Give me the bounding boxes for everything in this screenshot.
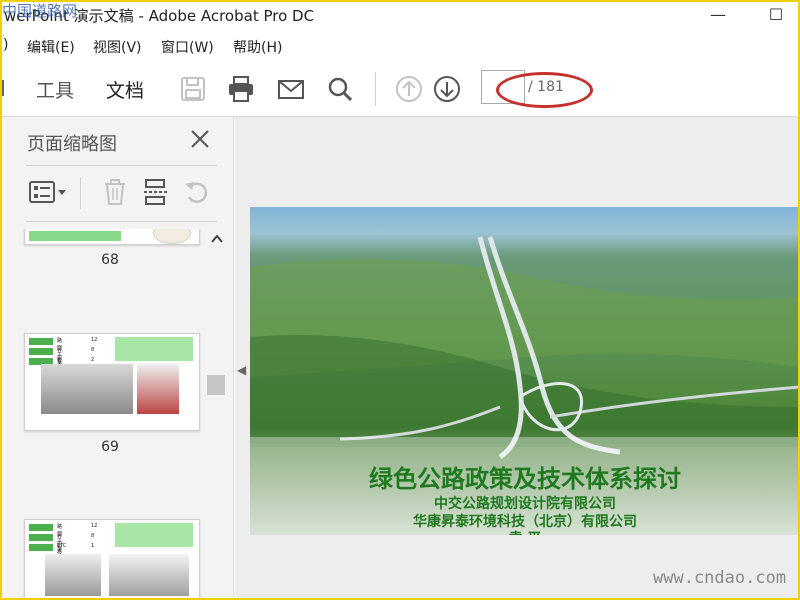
thumbnail-70-row-chip: [29, 534, 53, 541]
thumbnail-70-row-chip: [29, 524, 53, 531]
page-thumbnail-70[interactable]: 路面工程 12 养护大修 8 ETC技术改造 1: [24, 519, 200, 600]
thumbnail-70-row-value: 12: [91, 523, 98, 529]
sidebar-tool-divider: [80, 177, 81, 209]
sidebar-divider-2: [26, 221, 217, 222]
menu-item-view[interactable]: 视图(V): [93, 37, 142, 57]
thumbnail-68-graphic: [153, 229, 191, 244]
slide-page: 绿色公路政策及技术体系探讨 中交公路规划设计院有限公司 华康昇泰环境科技（北京）…: [250, 207, 800, 535]
menu-item-window[interactable]: 窗口(W): [161, 37, 214, 57]
thumbnail-69-row-value: 2: [91, 357, 95, 363]
print-icon[interactable]: [226, 74, 256, 104]
maximize-button[interactable]: ☐: [762, 4, 790, 26]
thumbnail-70-photo-right: [109, 554, 189, 596]
slide-organization-1: 中交公路规划设计院有限公司: [434, 496, 616, 512]
trash-icon[interactable]: [100, 177, 130, 207]
thumbnail-list: 68 路面工程 12 养护大修 8 管理服务 2 69: [10, 229, 210, 600]
tab-document[interactable]: 文档: [106, 76, 144, 103]
thumbnail-70-photo-left: [45, 554, 101, 596]
thumbnail-69-photo-right: [137, 364, 179, 414]
thumbnail-69-row-chip: [29, 338, 53, 345]
home-tab-edge[interactable]: [2, 80, 8, 96]
thumbnail-69-row-value: 8: [91, 347, 95, 353]
slide-author: 袁 平: [250, 528, 800, 535]
thumbnail-68-bar: [29, 231, 121, 241]
page-thumbnail-68[interactable]: [24, 229, 200, 245]
sidebar-divider: [26, 165, 217, 166]
title-bar: werPoint 演示文稿 - Adobe Acrobat Pro DC — ☐: [0, 0, 800, 32]
page-number-label-69: 69: [101, 439, 119, 455]
thumbnail-70-row-chip: [29, 544, 53, 551]
insert-page-icon[interactable]: [141, 177, 171, 207]
page-count-highlight-annotation: [496, 72, 593, 108]
main-toolbar: 工具 文档 / 181: [0, 60, 800, 117]
menu-bar: ) 编辑(E) 视图(V) 窗口(W) 帮助(H): [0, 34, 800, 58]
thumbnail-70-row-value: 8: [91, 533, 95, 539]
thumbnail-70-row-value: 1: [91, 543, 95, 549]
page-thumbnail-69[interactable]: 路面工程 12 养护大修 8 管理服务 2: [24, 333, 200, 431]
thumbnail-70-green-box: [115, 523, 193, 547]
toolbar-divider: [375, 72, 376, 106]
tab-tools[interactable]: 工具: [36, 76, 74, 103]
page-number-label-68: 68: [101, 252, 119, 268]
scrollbar-thumb[interactable]: [207, 375, 225, 395]
watermark-bottom-right: www.cndao.com: [653, 568, 787, 588]
sidebar-title: 页面缩略图: [27, 134, 117, 155]
rotate-icon[interactable]: [182, 177, 212, 207]
prev-page-icon[interactable]: [394, 74, 424, 104]
search-icon[interactable]: [325, 74, 355, 104]
thumbnail-69-green-box: [115, 337, 193, 361]
menu-item-file-partial[interactable]: ): [3, 37, 8, 53]
email-icon[interactable]: [276, 74, 306, 104]
next-page-icon[interactable]: [432, 74, 462, 104]
document-view: ◀ 绿色公路政策及技术体系探讨 中交公路规划设计院有限公司 华康昇泰环境科技（北…: [235, 117, 800, 600]
watermark-top-left: 中国道路网: [2, 2, 78, 20]
minimize-button[interactable]: —: [704, 4, 732, 26]
menu-item-help[interactable]: 帮助(H): [233, 37, 282, 57]
sidebar-edge-tab[interactable]: [0, 125, 6, 155]
collapse-sidebar-icon[interactable]: ◀: [237, 363, 246, 377]
menu-item-edit[interactable]: 编辑(E): [27, 37, 75, 57]
thumbnail-69-photo-left: [41, 364, 133, 414]
thumbnail-scrollbar[interactable]: [206, 229, 228, 600]
slide-title: 绿色公路政策及技术体系探讨: [369, 465, 681, 493]
save-icon[interactable]: [178, 74, 208, 104]
thumbnail-69-row-chip: [29, 348, 53, 355]
close-icon[interactable]: [188, 127, 212, 151]
thumbnail-options-icon[interactable]: [28, 177, 70, 207]
thumbnail-69-row-value: 12: [91, 337, 98, 343]
scroll-up-icon[interactable]: [211, 234, 223, 244]
